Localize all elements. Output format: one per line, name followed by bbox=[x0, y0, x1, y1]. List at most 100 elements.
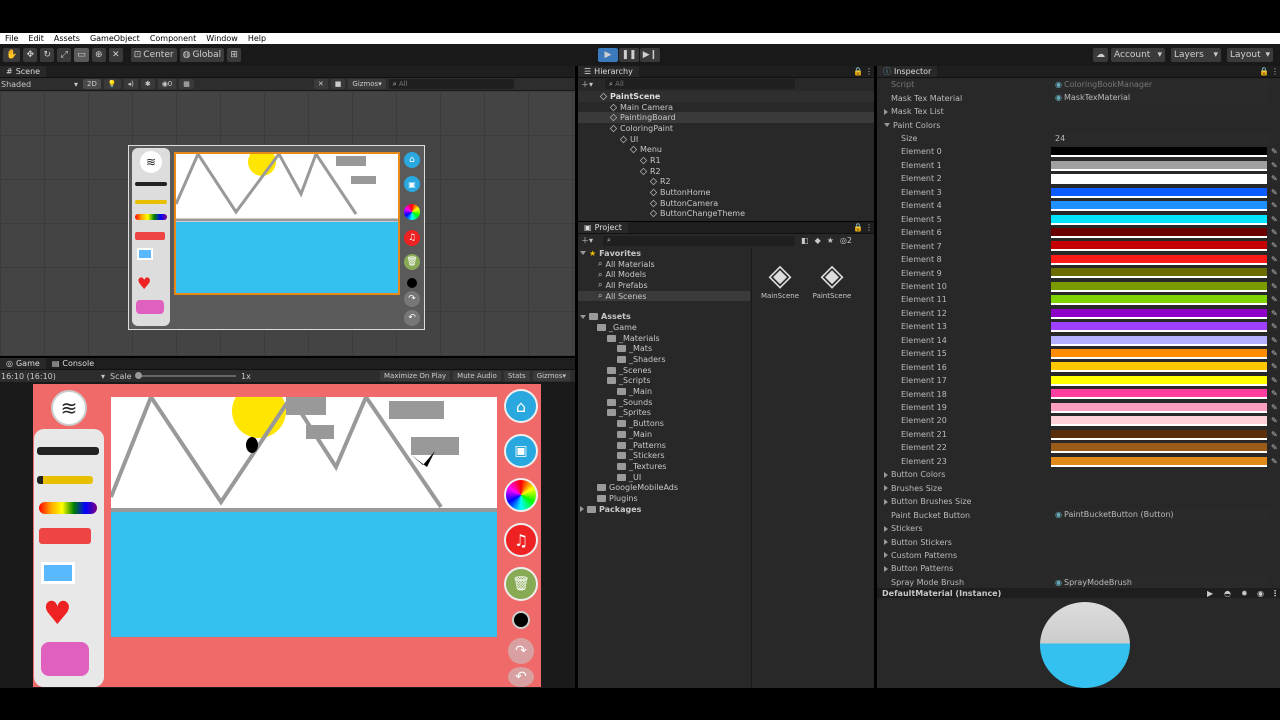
inspector-foldout[interactable]: Custom Patterns bbox=[877, 549, 1280, 562]
menu-gameobject[interactable]: GameObject bbox=[85, 34, 145, 43]
asset-folder[interactable]: _Shaders bbox=[578, 354, 750, 365]
tab-inspector[interactable]: ⓘ Inspector bbox=[877, 66, 938, 77]
hierarchy-item[interactable]: ButtonChangeTheme bbox=[578, 209, 874, 220]
color-swatch[interactable] bbox=[1051, 308, 1267, 319]
color-swatch[interactable] bbox=[1051, 187, 1267, 198]
color-swatch[interactable] bbox=[1051, 456, 1267, 467]
eyedropper-icon[interactable]: ✎ bbox=[1271, 457, 1278, 465]
create-dropdown[interactable]: ＋▾ bbox=[581, 235, 593, 246]
eyedropper-icon[interactable]: ✎ bbox=[1271, 350, 1278, 358]
mask-tex-material-field[interactable]: Mask Tex Material ◉ MaskTexMaterial bbox=[877, 91, 1280, 104]
hidden-packages-icon[interactable]: ◎2 bbox=[840, 236, 852, 245]
favorite-item[interactable]: ⌕ All Models bbox=[578, 269, 750, 280]
move-tool-icon[interactable]: ✥ bbox=[23, 48, 38, 62]
menu-button[interactable]: ≋ bbox=[51, 390, 87, 426]
color-swatch[interactable] bbox=[1051, 201, 1267, 212]
preview-light-icon[interactable]: ✹ bbox=[1241, 589, 1248, 598]
asset-folder[interactable]: _UI bbox=[578, 472, 750, 483]
spray-brush-field[interactable]: Spray Mode Brush ◉ SprayModeBrush bbox=[877, 576, 1280, 588]
eyedropper-icon[interactable]: ✎ bbox=[1271, 228, 1278, 236]
asset-folder[interactable]: _Buttons bbox=[578, 418, 750, 429]
account-dropdown[interactable]: Account ▾ bbox=[1111, 48, 1165, 62]
inspector-foldout[interactable]: Button Colors bbox=[877, 468, 1280, 481]
asset-folder[interactable]: GoogleMobileAds bbox=[578, 482, 750, 493]
transform-tool-icon[interactable]: ⊕ bbox=[91, 48, 106, 62]
project-search-input[interactable]: ⌕ bbox=[603, 235, 796, 246]
asset-folder[interactable]: _Textures bbox=[578, 461, 750, 472]
menu-file[interactable]: File bbox=[0, 34, 23, 43]
eyedropper-icon[interactable]: ✎ bbox=[1271, 215, 1278, 223]
eyedropper-icon[interactable]: ✎ bbox=[1271, 444, 1278, 452]
tab-game[interactable]: ◎ Game bbox=[0, 358, 46, 369]
lighting-icon[interactable]: 💡 bbox=[103, 79, 121, 89]
hierarchy-item[interactable]: R2 bbox=[578, 177, 874, 188]
eyedropper-icon[interactable]: ✎ bbox=[1271, 282, 1278, 290]
pivot-center-button[interactable]: ⊡ Center bbox=[130, 48, 177, 62]
favorite-item[interactable]: ⌕ All Materials bbox=[578, 259, 750, 270]
eyedropper-icon[interactable]: ✎ bbox=[1271, 430, 1278, 438]
eyedropper-icon[interactable]: ✎ bbox=[1271, 390, 1278, 398]
hierarchy-item[interactable]: R2 bbox=[578, 166, 874, 177]
pivot-global-button[interactable]: ◍ Global bbox=[179, 48, 225, 62]
step-button[interactable]: ▶❙ bbox=[640, 48, 660, 62]
hierarchy-item[interactable]: PaintingBoard bbox=[578, 112, 874, 124]
favorite-star-icon[interactable]: ★ bbox=[827, 236, 834, 245]
layers-dropdown[interactable]: Layers ▾ bbox=[1171, 48, 1221, 62]
color-swatch[interactable] bbox=[1051, 227, 1267, 238]
tools-icon[interactable]: ✕ bbox=[313, 79, 328, 89]
scale-slider-handle[interactable] bbox=[135, 372, 142, 379]
script-field[interactable]: Script ◉ ColoringBookManager bbox=[877, 78, 1280, 91]
tab-console[interactable]: ▤ Console bbox=[45, 358, 101, 369]
color-swatch[interactable] bbox=[1051, 402, 1267, 413]
eyedropper-icon[interactable]: ✎ bbox=[1271, 161, 1278, 169]
field-value[interactable]: ◉ PaintBucketButton (Button) bbox=[1053, 509, 1269, 521]
eyedropper-icon[interactable]: ✎ bbox=[1271, 376, 1278, 384]
menu-edit[interactable]: Edit bbox=[23, 34, 49, 43]
aspect-dropdown[interactable]: 16:10 (16:10) ▾ bbox=[0, 372, 105, 381]
favorite-item[interactable]: ⌕ All Prefabs bbox=[578, 280, 750, 291]
eyedropper-icon[interactable]: ✎ bbox=[1271, 336, 1278, 344]
brush-size-button[interactable] bbox=[512, 611, 530, 629]
menu-assets[interactable]: Assets bbox=[49, 34, 85, 43]
paint-colors-foldout[interactable]: Paint Colors bbox=[877, 118, 1280, 131]
effects-icon[interactable]: ✱ bbox=[140, 79, 155, 89]
asset-folder[interactable]: Plugins bbox=[578, 493, 750, 504]
inspector-foldout[interactable]: Button Stickers bbox=[877, 535, 1280, 548]
play-preview-icon[interactable]: ▶ bbox=[1207, 589, 1213, 598]
asset-folder[interactable]: _Game bbox=[578, 322, 750, 333]
hierarchy-item[interactable]: PaintScene bbox=[578, 91, 874, 102]
hand-tool-icon[interactable]: ✋ bbox=[3, 48, 21, 62]
assets-row[interactable]: Assets bbox=[578, 311, 750, 322]
eyedropper-icon[interactable]: ✎ bbox=[1271, 309, 1278, 317]
asset-folder[interactable]: _Stickers bbox=[578, 450, 750, 461]
inspector-foldout[interactable]: Brushes Size bbox=[877, 482, 1280, 495]
color-swatch[interactable] bbox=[1051, 147, 1267, 158]
paint-bucket-field[interactable]: Paint Bucket Button ◉ PaintBucketButton (B… bbox=[877, 508, 1280, 521]
color-swatch[interactable] bbox=[1051, 322, 1267, 333]
asset-folder[interactable]: _Scripts bbox=[578, 376, 750, 387]
hierarchy-item[interactable]: ColoringPaint bbox=[578, 123, 874, 134]
tab-project[interactable]: ▣ Project bbox=[578, 222, 628, 233]
pencil-black-tool[interactable] bbox=[37, 447, 99, 455]
hierarchy-item[interactable]: ButtonHome bbox=[578, 187, 874, 198]
kebab-menu-icon[interactable]: ⋮ bbox=[865, 67, 873, 76]
inspector-foldout[interactable]: Stickers bbox=[877, 522, 1280, 535]
eyedropper-icon[interactable]: ✎ bbox=[1271, 363, 1278, 371]
preview-sphere-icon[interactable]: ◉ bbox=[1257, 589, 1264, 598]
grid-icon[interactable]: ▦ bbox=[179, 79, 194, 89]
scene-viewport[interactable]: ≋ ♥ ⌂ ▣ ♫ 🗑 ↷ ↶ bbox=[0, 91, 575, 356]
eyedropper-icon[interactable]: ✎ bbox=[1271, 175, 1278, 183]
color-swatch[interactable] bbox=[1051, 335, 1267, 346]
asset-item-mainscene[interactable]: ◈ MainScene bbox=[760, 258, 800, 301]
hierarchy-item[interactable]: UI bbox=[578, 134, 874, 145]
kebab-menu-icon[interactable]: ⋮ bbox=[1271, 67, 1279, 76]
eraser-tool[interactable] bbox=[41, 562, 75, 584]
2d-toggle[interactable]: 2D bbox=[83, 79, 101, 89]
eyedropper-icon[interactable]: ✎ bbox=[1271, 188, 1278, 196]
tab-hierarchy[interactable]: ☰ Hierarchy bbox=[578, 66, 639, 77]
mask-tex-list-foldout[interactable]: Mask Tex List bbox=[877, 105, 1280, 118]
eyedropper-icon[interactable]: ✎ bbox=[1271, 403, 1278, 411]
audio-icon[interactable]: ◂) bbox=[123, 79, 138, 89]
pause-button[interactable]: ❚❚ bbox=[619, 48, 639, 62]
preview-shape-icon[interactable]: ◓ bbox=[1224, 589, 1231, 598]
